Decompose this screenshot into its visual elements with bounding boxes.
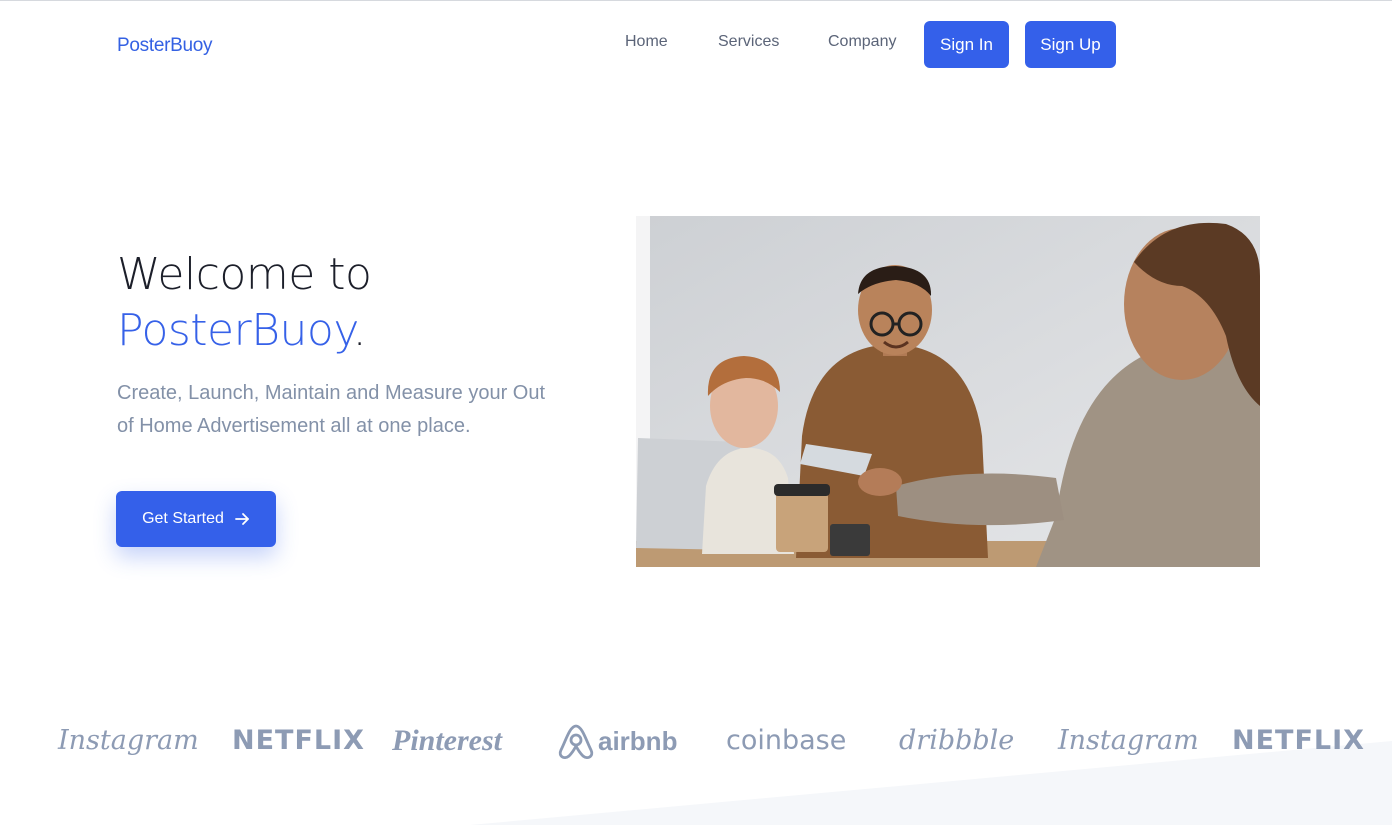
logo-instagram-2: Instagram <box>1058 725 1199 756</box>
navbar: PosterBuoy Home Services Company Sign In… <box>0 1 1392 89</box>
logo-netflix: NETFLIX <box>232 725 365 756</box>
get-started-label: Get Started <box>142 510 224 527</box>
sign-in-button[interactable]: Sign In <box>924 21 1009 68</box>
logo-airbnb: airbnb <box>558 719 677 763</box>
airbnb-icon <box>558 722 594 760</box>
logo-pinterest: Pinterest <box>392 724 502 757</box>
hero-title-brand: PosterBuoy <box>117 305 353 356</box>
hero-title-suffix: . <box>352 305 367 356</box>
logo-airbnb-text: airbnb <box>598 726 678 756</box>
logo-netflix-2: NETFLIX <box>1232 725 1365 756</box>
hero-title: Welcome to PosterBuoy. <box>117 247 372 359</box>
sign-up-button[interactable]: Sign Up <box>1025 21 1116 68</box>
logo-instagram: Instagram <box>58 725 199 756</box>
arrow-right-icon <box>234 511 250 527</box>
hero-subtitle: Create, Launch, Maintain and Measure you… <box>117 382 546 437</box>
get-started-button[interactable]: Get Started <box>116 491 276 547</box>
logo-coinbase: coinbase <box>726 725 847 756</box>
brand-logo[interactable]: PosterBuoy <box>117 35 213 57</box>
logo-dribbble: dribbble <box>899 725 1015 756</box>
nav-link-company[interactable]: Company <box>828 33 896 51</box>
nav-link-services[interactable]: Services <box>718 33 779 51</box>
nav-link-home[interactable]: Home <box>625 33 668 51</box>
hero-title-prefix: Welcome to <box>117 249 372 300</box>
hero-photo <box>636 216 1260 567</box>
